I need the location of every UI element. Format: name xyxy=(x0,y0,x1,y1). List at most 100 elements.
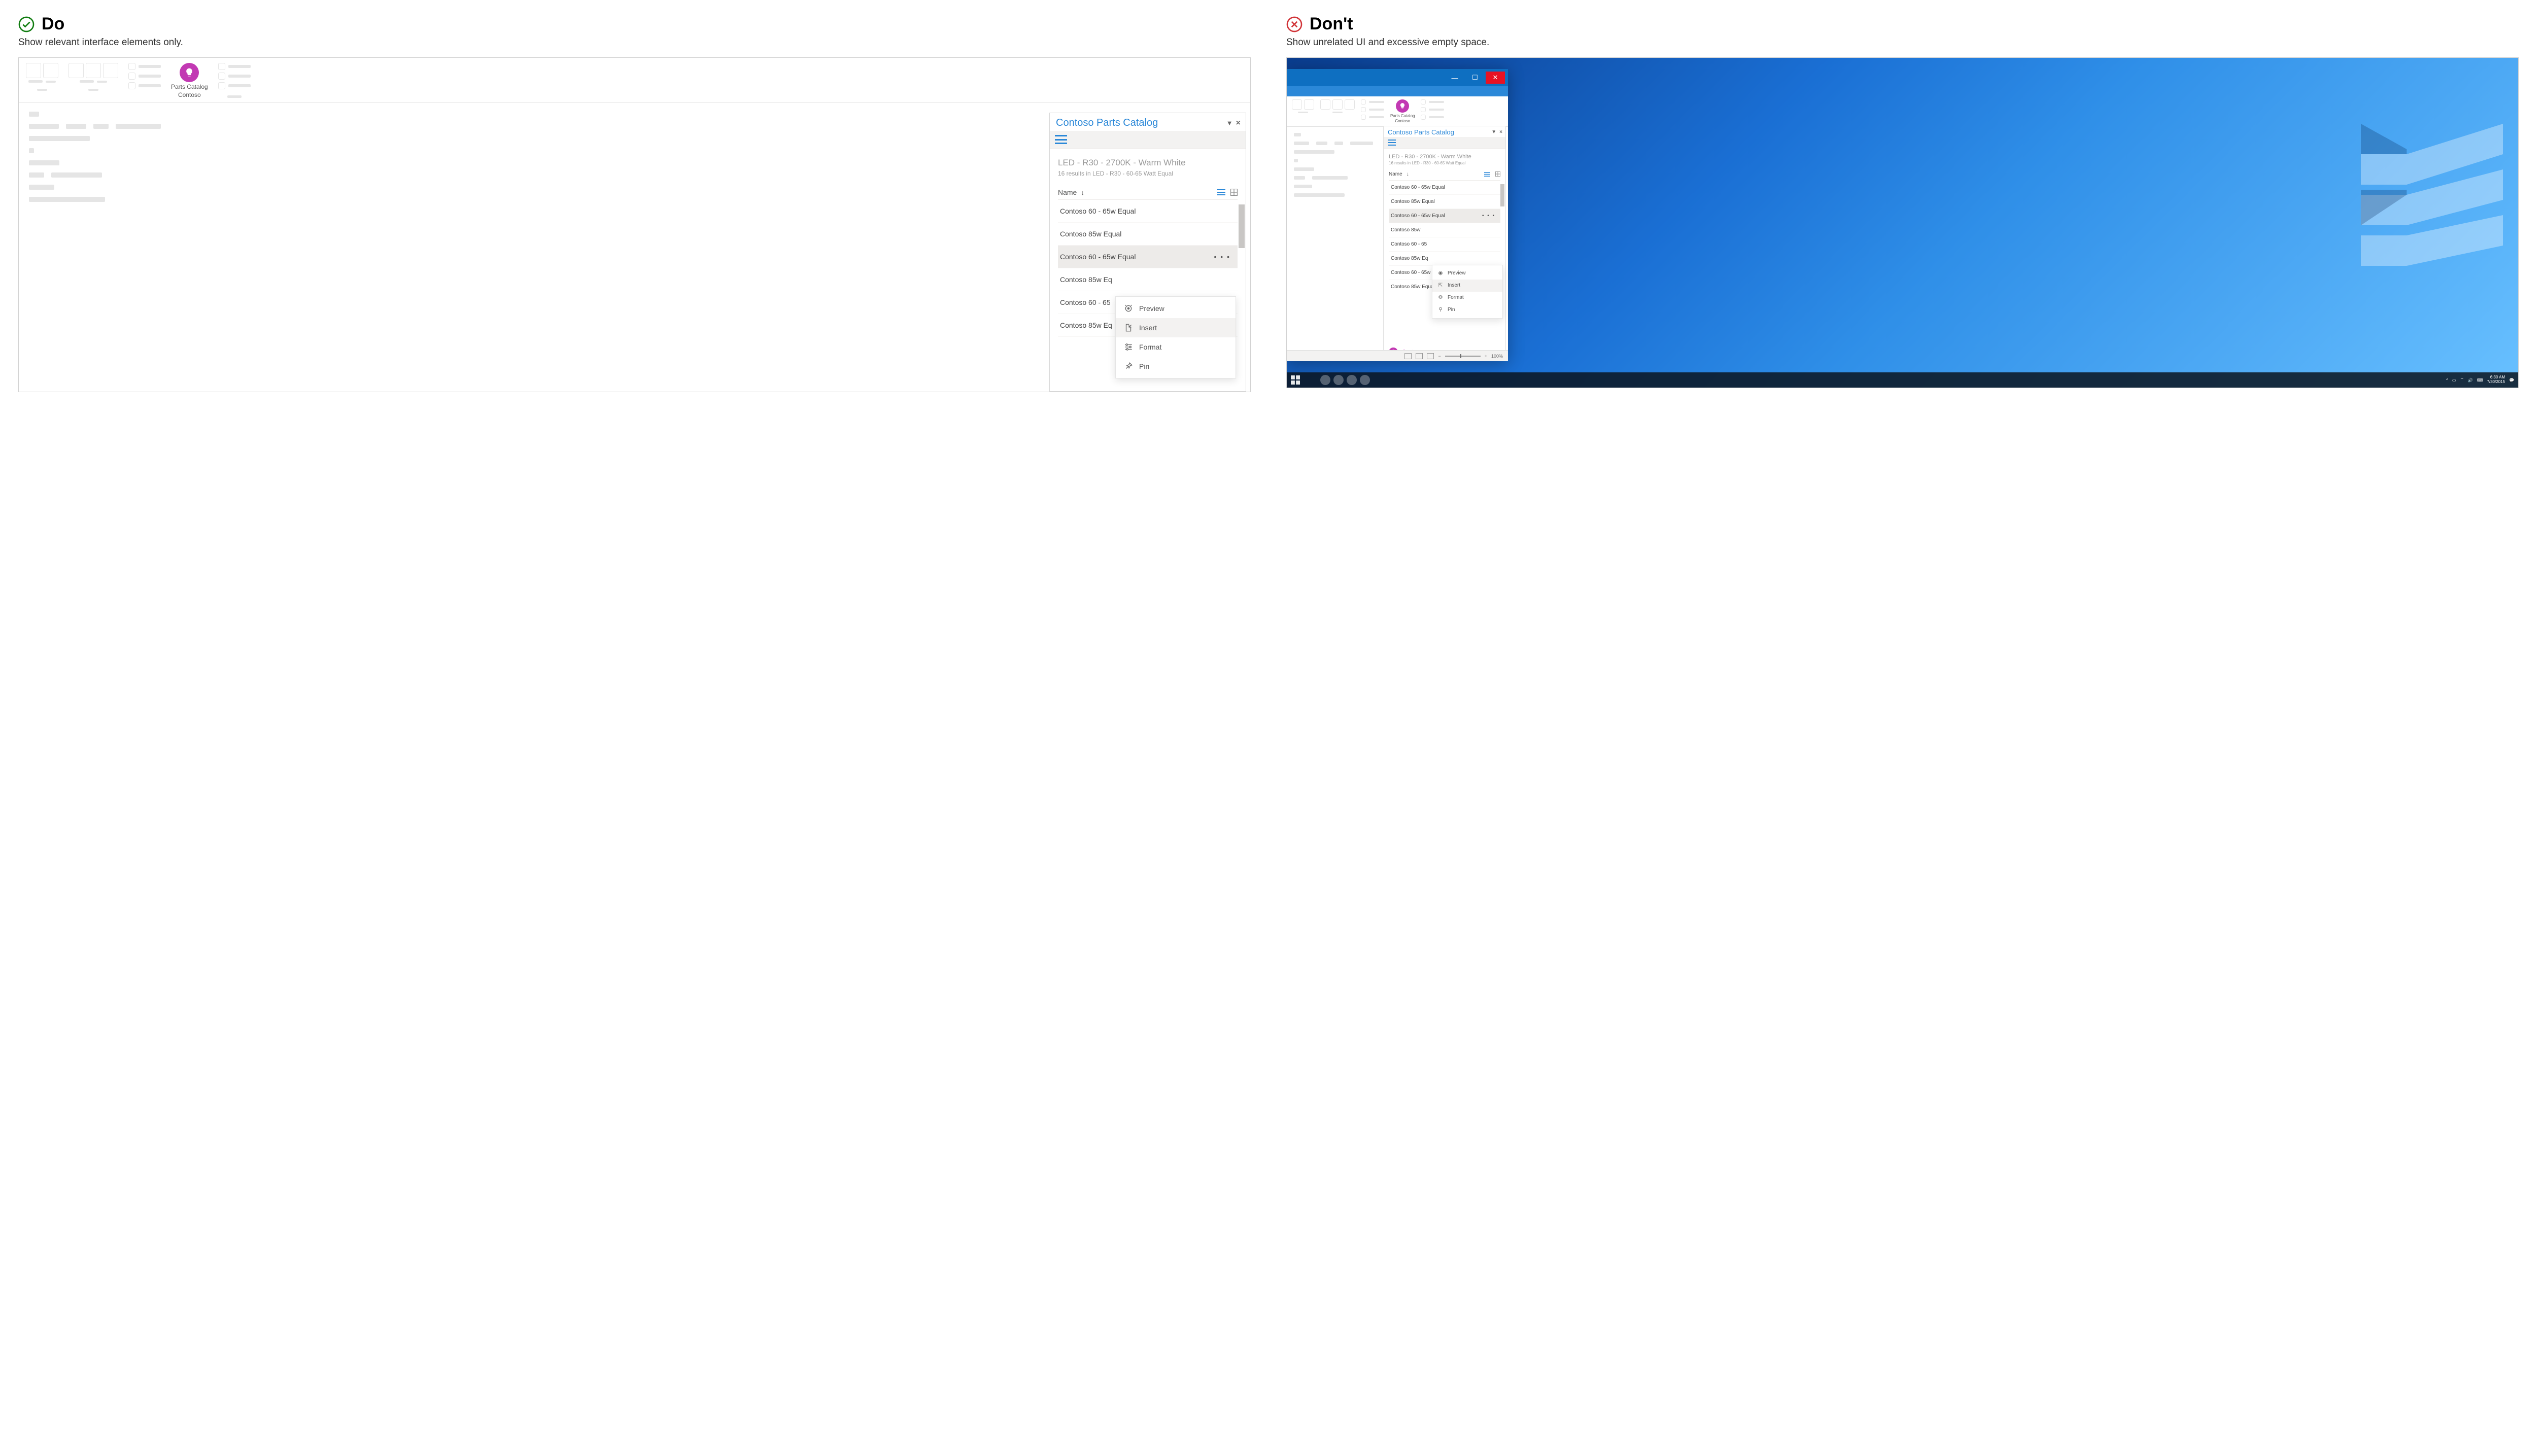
sort-label[interactable]: Name xyxy=(1389,171,1402,177)
preview-icon xyxy=(1124,304,1133,313)
dont-subtitle: Show unrelated UI and excessive empty sp… xyxy=(1286,37,2519,48)
do-screenshot: Parts CatalogContoso xyxy=(18,57,1251,392)
context-menu-pin[interactable]: ⚲Pin xyxy=(1432,304,1502,316)
window-minimize-button[interactable]: — xyxy=(1445,72,1464,84)
task-pane: Contoso Parts Catalog ▼ × LED - R30 - 27… xyxy=(1383,126,1506,361)
view-mode-icon[interactable] xyxy=(1416,353,1423,359)
ribbon-tabs xyxy=(1287,86,1508,96)
pane-dropdown-icon[interactable]: ▼ xyxy=(1226,119,1233,127)
desktop-wallpaper: — ☐ ✕ xyxy=(1287,58,2518,388)
context-menu-insert[interactable]: ⇱Insert xyxy=(1432,280,1502,292)
more-options-icon[interactable]: • • • xyxy=(1214,253,1230,261)
tray-volume-icon[interactable]: 🔊 xyxy=(2468,378,2473,383)
sort-row: Name ↓ xyxy=(1058,188,1238,200)
query-subtitle: 16 results in LED - R30 - 60-65 Watt Equ… xyxy=(1389,161,1500,165)
sort-row: Name ↓ xyxy=(1389,171,1500,181)
grid-view-icon[interactable] xyxy=(1230,189,1238,196)
pin-icon xyxy=(1124,362,1133,371)
context-menu-preview[interactable]: Preview xyxy=(1116,299,1236,318)
list-item[interactable]: Contoso 85w Eq xyxy=(1058,268,1238,291)
document-body xyxy=(1287,127,1373,197)
scrollbar[interactable] xyxy=(1239,204,1245,248)
ribbon: Parts CatalogContoso xyxy=(19,58,1250,102)
list-item[interactable]: Contoso 85w Equal xyxy=(1389,195,1500,209)
query-title: LED - R30 - 2700K - Warm White xyxy=(1058,158,1238,168)
list-item[interactable]: Contoso 85w xyxy=(1389,223,1500,237)
taskbar-app-icon[interactable] xyxy=(1320,375,1330,385)
zoom-in-icon[interactable]: + xyxy=(1485,354,1487,359)
ribbon-parts-catalog-button[interactable]: Parts CatalogContoso xyxy=(1390,99,1415,124)
context-menu: Preview Insert Format Pin xyxy=(1115,296,1236,378)
tray-up-icon[interactable]: ^ xyxy=(2446,378,2448,383)
list-item[interactable]: Contoso 60 - 65w Equal xyxy=(1389,181,1500,195)
format-icon xyxy=(1124,342,1133,352)
do-column: Do Show relevant interface elements only… xyxy=(18,14,1251,392)
more-options-icon[interactable]: • • • xyxy=(1482,213,1495,219)
tray-language-icon[interactable]: ⌨ xyxy=(2477,378,2483,383)
start-button-icon[interactable] xyxy=(1291,375,1300,385)
pane-title: Contoso Parts Catalog xyxy=(1388,128,1454,136)
context-menu-format[interactable]: ⚙Format xyxy=(1432,292,1502,304)
scrollbar[interactable] xyxy=(1500,184,1504,206)
list-item[interactable]: Contoso 60 - 65w Equal xyxy=(1058,200,1238,223)
preview-icon: ◉ xyxy=(1437,270,1444,276)
window-titlebar: — ☐ ✕ xyxy=(1287,69,1508,86)
sort-arrow-down-icon[interactable]: ↓ xyxy=(1407,171,1409,177)
pane-command-bar xyxy=(1050,131,1246,149)
zoom-level[interactable]: 100% xyxy=(1491,354,1503,359)
do-heading: Do xyxy=(18,14,1251,34)
view-mode-icon[interactable] xyxy=(1427,353,1434,359)
ribbon-parts-catalog-button[interactable]: Parts CatalogContoso xyxy=(171,63,208,99)
tray-network-icon[interactable]: ▭ xyxy=(2452,378,2456,383)
list-item[interactable]: Contoso 60 - 65 xyxy=(1389,237,1500,252)
hamburger-menu-icon[interactable] xyxy=(1055,135,1067,144)
windows-light-beams xyxy=(2361,124,2503,296)
taskbar-app-icon[interactable] xyxy=(1360,375,1370,385)
context-menu-format[interactable]: Format xyxy=(1116,337,1236,357)
dont-column: Don't Show unrelated UI and excessive em… xyxy=(1286,14,2519,392)
zoom-slider[interactable] xyxy=(1445,356,1481,357)
do-title: Do xyxy=(42,14,64,34)
taskbar: ^ ▭ ⌔ 🔊 ⌨ 6:30 AM 7/30/2015 💬 xyxy=(1287,372,2518,388)
context-menu-pin[interactable]: Pin xyxy=(1116,357,1236,376)
pane-close-icon[interactable]: × xyxy=(1236,119,1241,128)
lightbulb-icon xyxy=(1396,99,1409,113)
view-mode-icon[interactable] xyxy=(1404,353,1412,359)
pane-close-icon[interactable]: × xyxy=(1499,129,1502,135)
check-circle-icon xyxy=(18,16,35,32)
do-subtitle: Show relevant interface elements only. xyxy=(18,37,1251,48)
context-menu: ◉Preview ⇱Insert ⚙Format ⚲Pin xyxy=(1432,265,1503,319)
list-item[interactable]: Contoso 85w Eq xyxy=(1389,252,1500,266)
window-maximize-button[interactable]: ☐ xyxy=(1465,72,1485,84)
dont-title: Don't xyxy=(1310,14,1353,34)
grid-view-icon[interactable] xyxy=(1495,171,1500,177)
pane-dropdown-icon[interactable]: ▼ xyxy=(1491,129,1496,135)
pin-icon: ⚲ xyxy=(1437,307,1444,313)
x-circle-icon xyxy=(1286,16,1302,32)
status-bar: − + 100% xyxy=(1287,350,1508,361)
insert-icon xyxy=(1124,323,1133,332)
tray-wifi-icon[interactable]: ⌔ xyxy=(2460,377,2464,383)
context-menu-insert[interactable]: Insert xyxy=(1116,318,1236,337)
insert-icon: ⇱ xyxy=(1437,283,1444,289)
taskbar-app-icon[interactable] xyxy=(1333,375,1344,385)
list-view-icon[interactable] xyxy=(1484,172,1490,177)
list-item[interactable]: Contoso 85w Equal xyxy=(1058,223,1238,246)
sort-label[interactable]: Name xyxy=(1058,188,1077,196)
lightbulb-icon xyxy=(180,63,199,82)
format-icon: ⚙ xyxy=(1437,295,1444,301)
action-center-icon[interactable]: 💬 xyxy=(2509,378,2514,383)
sort-arrow-down-icon[interactable]: ↓ xyxy=(1081,188,1084,196)
taskbar-app-icon[interactable] xyxy=(1347,375,1357,385)
hamburger-menu-icon[interactable] xyxy=(1388,140,1396,146)
dont-screenshot: — ☐ ✕ xyxy=(1286,57,2519,388)
list-item[interactable]: Contoso 60 - 65w Equal • • • xyxy=(1058,246,1238,268)
ribbon: Parts CatalogContoso xyxy=(1287,96,1508,127)
taskbar-clock[interactable]: 6:30 AM 7/30/2015 xyxy=(2487,375,2505,385)
list-view-icon[interactable] xyxy=(1217,189,1225,195)
window-close-button[interactable]: ✕ xyxy=(1486,72,1505,84)
zoom-out-icon[interactable]: − xyxy=(1438,354,1441,359)
context-menu-preview[interactable]: ◉Preview xyxy=(1432,267,1502,280)
query-title: LED - R30 - 2700K - Warm White xyxy=(1389,154,1500,160)
list-item[interactable]: Contoso 60 - 65w Equal • • • xyxy=(1389,209,1500,223)
